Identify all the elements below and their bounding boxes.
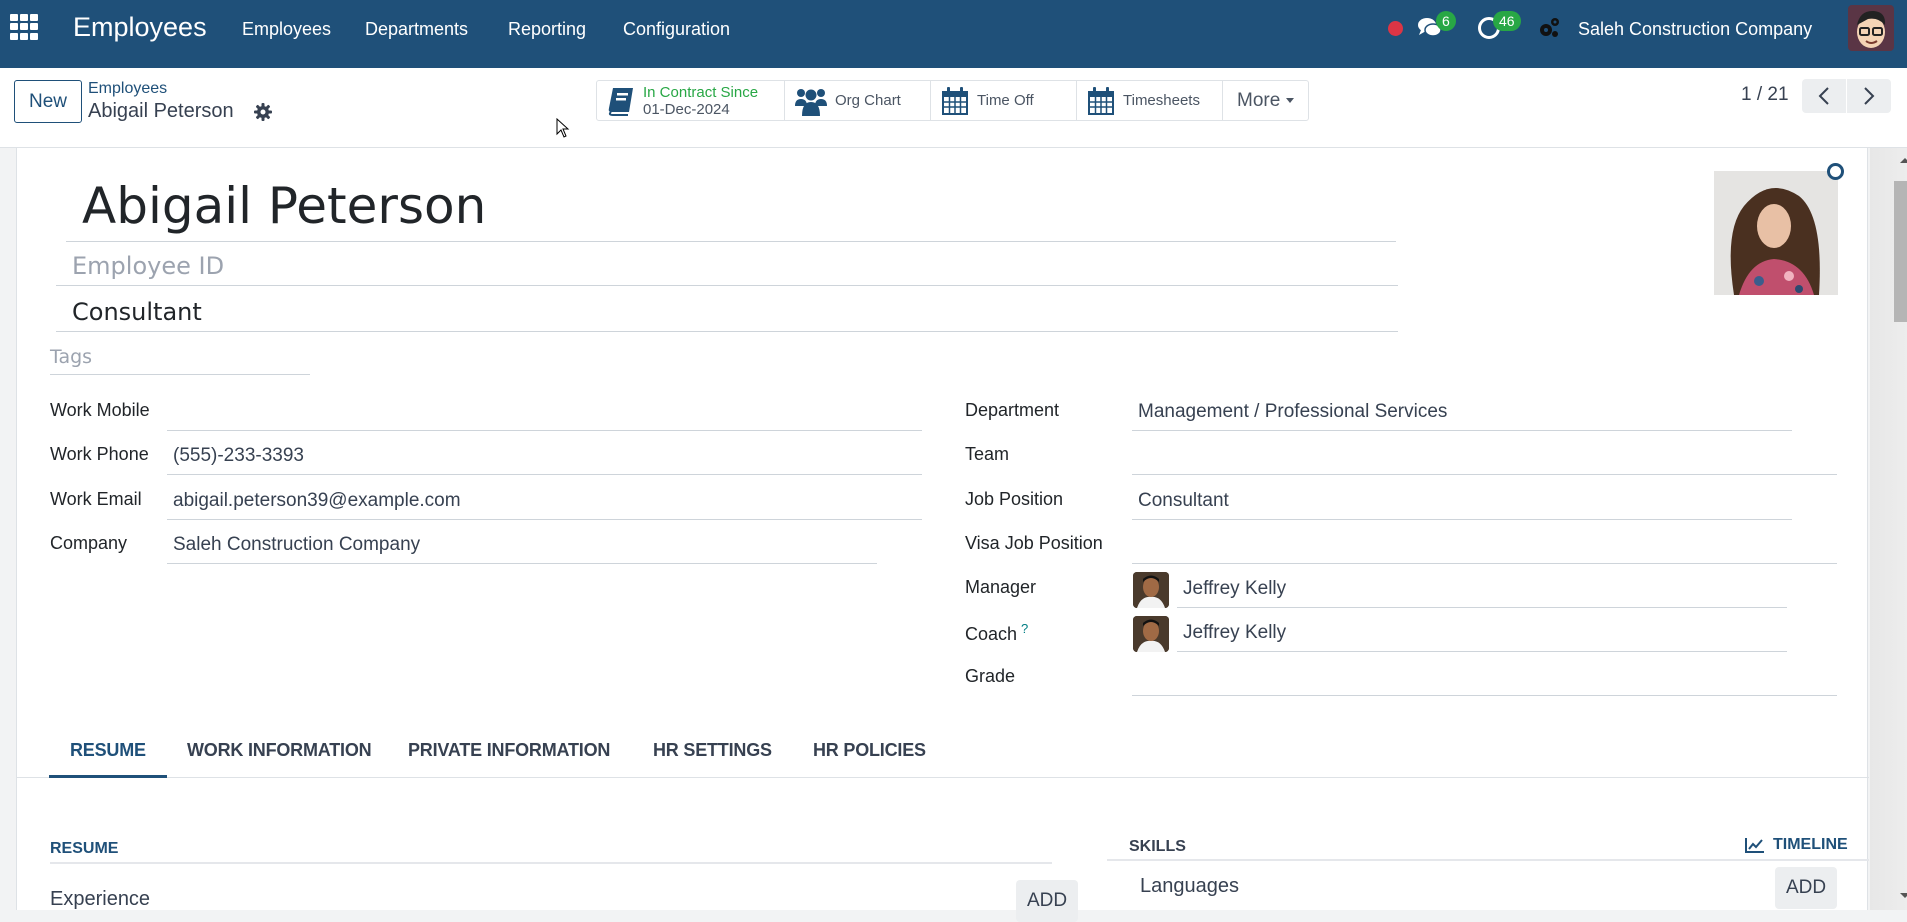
timesheets-smart-button[interactable]: Timesheets xyxy=(1077,81,1223,120)
job-position-input[interactable]: Consultant xyxy=(1132,484,1792,520)
vertical-scrollbar[interactable] xyxy=(1870,148,1907,910)
tab-resume[interactable]: RESUME xyxy=(70,740,146,761)
work-mobile-label: Work Mobile xyxy=(50,400,150,420)
record-actions-gear-icon[interactable] xyxy=(253,102,273,122)
tab-hr-policies[interactable]: HR POLICIES xyxy=(813,740,926,761)
company-label: Company xyxy=(50,533,128,553)
caret-down-icon xyxy=(1286,98,1295,103)
new-button[interactable]: New xyxy=(14,80,82,123)
breadcrumb-current: Abigail Peterson xyxy=(88,100,234,122)
add-experience-button[interactable]: ADD xyxy=(1016,880,1078,922)
manager-label: Manager xyxy=(965,577,1037,597)
contract-status-label: In Contract Since xyxy=(643,83,759,101)
user-avatar[interactable] xyxy=(1848,5,1894,51)
work-email-label: Work Email xyxy=(50,489,142,509)
menu-reporting[interactable]: Reporting xyxy=(508,19,586,40)
coach-input[interactable]: Jeffrey Kelly xyxy=(1177,616,1787,652)
pager-buttons xyxy=(1802,79,1891,113)
app-title[interactable]: Employees xyxy=(73,12,207,43)
job-position-label: Job Position xyxy=(965,489,1064,509)
pager-previous-button[interactable] xyxy=(1802,79,1846,113)
work-mobile-input[interactable] xyxy=(167,395,922,431)
visa-job-position-label: Visa Job Position xyxy=(965,533,1103,553)
more-dropdown-button[interactable]: More xyxy=(1223,81,1308,120)
department-label: Department xyxy=(965,400,1060,420)
chevron-left-icon xyxy=(1818,87,1829,105)
menu-departments[interactable]: Departments xyxy=(365,19,468,40)
tags-input[interactable]: Tags xyxy=(50,341,310,375)
team-input[interactable] xyxy=(1132,439,1837,475)
company-switcher[interactable]: Saleh Construction Company xyxy=(1578,19,1812,40)
top-navbar: Employees Employees Departments Reportin… xyxy=(0,0,1907,68)
resume-section-title: RESUME xyxy=(50,840,119,857)
form-view: Abigail Peterson Employee ID Consultant … xyxy=(0,148,1894,922)
company-input[interactable]: Saleh Construction Company xyxy=(167,528,877,564)
breadcrumb-employees[interactable]: Employees xyxy=(88,80,167,98)
timeline-link[interactable]: TIMELINE xyxy=(1745,836,1848,854)
chevron-right-icon xyxy=(1864,87,1875,105)
add-language-button[interactable]: ADD xyxy=(1775,867,1837,909)
book-icon xyxy=(608,87,633,116)
timeline-label: TIMELINE xyxy=(1773,836,1848,853)
work-phone-input[interactable]: (555)-233-3393 xyxy=(167,439,922,475)
experience-label: Experience xyxy=(50,888,151,910)
employee-name-input[interactable]: Abigail Peterson xyxy=(66,174,1396,242)
time-off-smart-button[interactable]: Time Off xyxy=(931,81,1077,120)
resume-divider xyxy=(50,862,1052,864)
tab-hr-settings[interactable]: HR SETTINGS xyxy=(653,740,772,761)
recording-indicator-icon[interactable] xyxy=(1388,21,1403,36)
skills-section-title: SKILLS xyxy=(1129,838,1186,855)
tab-private-information[interactable]: PRIVATE INFORMATION xyxy=(408,740,610,761)
presence-status-icon xyxy=(1827,163,1844,180)
users-icon xyxy=(795,88,827,116)
manager-avatar[interactable] xyxy=(1133,572,1169,608)
more-label: More xyxy=(1237,89,1281,111)
coach-avatar[interactable] xyxy=(1133,616,1169,652)
notebook-tabs: RESUME WORK INFORMATION PRIVATE INFORMAT… xyxy=(17,730,1869,778)
activities-badge: 46 xyxy=(1493,11,1521,31)
work-email-input[interactable]: abigail.peterson39@example.com xyxy=(167,484,922,520)
skills-divider xyxy=(1107,859,1869,861)
coach-help-tooltip[interactable]: ? xyxy=(1021,621,1028,636)
languages-label: Languages xyxy=(1140,875,1239,897)
active-tab-indicator xyxy=(49,775,167,778)
grade-label: Grade xyxy=(965,666,1016,686)
employee-photo[interactable] xyxy=(1714,171,1838,295)
line-chart-icon xyxy=(1745,838,1764,853)
grade-input[interactable] xyxy=(1132,660,1837,696)
scroll-up-arrow-icon[interactable] xyxy=(1900,158,1907,163)
menu-configuration[interactable]: Configuration xyxy=(623,19,730,40)
team-label: Team xyxy=(965,444,1010,464)
calendar-icon xyxy=(942,86,968,115)
coach-label-text: Coach xyxy=(965,624,1018,644)
department-input[interactable]: Management / Professional Services xyxy=(1132,395,1792,431)
form-sheet: Abigail Peterson Employee ID Consultant … xyxy=(16,148,1869,922)
menu-employees[interactable]: Employees xyxy=(242,19,331,40)
org-chart-smart-button[interactable]: Org Chart xyxy=(785,81,931,120)
mouse-cursor-icon xyxy=(556,118,570,138)
org-chart-label: Org Chart xyxy=(835,92,901,109)
app-grid-icon[interactable] xyxy=(10,14,40,40)
pager-value[interactable]: 1 / 21 xyxy=(1741,84,1789,106)
tab-work-information[interactable]: WORK INFORMATION xyxy=(187,740,372,761)
control-panel: New Employees Abigail Peterson In Contra… xyxy=(0,68,1907,148)
manager-input[interactable]: Jeffrey Kelly xyxy=(1177,572,1787,608)
job-title-input[interactable]: Consultant xyxy=(56,292,1398,332)
timesheets-label: Timesheets xyxy=(1123,92,1200,109)
messages-badge: 6 xyxy=(1436,11,1456,31)
pager-next-button[interactable] xyxy=(1846,79,1891,113)
time-off-label: Time Off xyxy=(977,92,1034,109)
employee-id-input[interactable]: Employee ID xyxy=(56,246,1398,286)
visa-job-position-input[interactable] xyxy=(1132,528,1837,564)
smart-button-box: In Contract Since 01-Dec-2024 Org Chart … xyxy=(596,80,1310,121)
calendar-icon xyxy=(1088,86,1114,115)
company-settings-gears-icon[interactable] xyxy=(1538,17,1560,39)
scroll-down-arrow-icon[interactable] xyxy=(1900,893,1907,898)
contract-date: 01-Dec-2024 xyxy=(643,100,730,118)
contract-smart-button[interactable]: In Contract Since 01-Dec-2024 xyxy=(597,81,785,120)
coach-label: Coach? xyxy=(965,621,1028,645)
work-phone-label: Work Phone xyxy=(50,444,149,464)
scrollbar-thumb[interactable] xyxy=(1894,181,1907,322)
